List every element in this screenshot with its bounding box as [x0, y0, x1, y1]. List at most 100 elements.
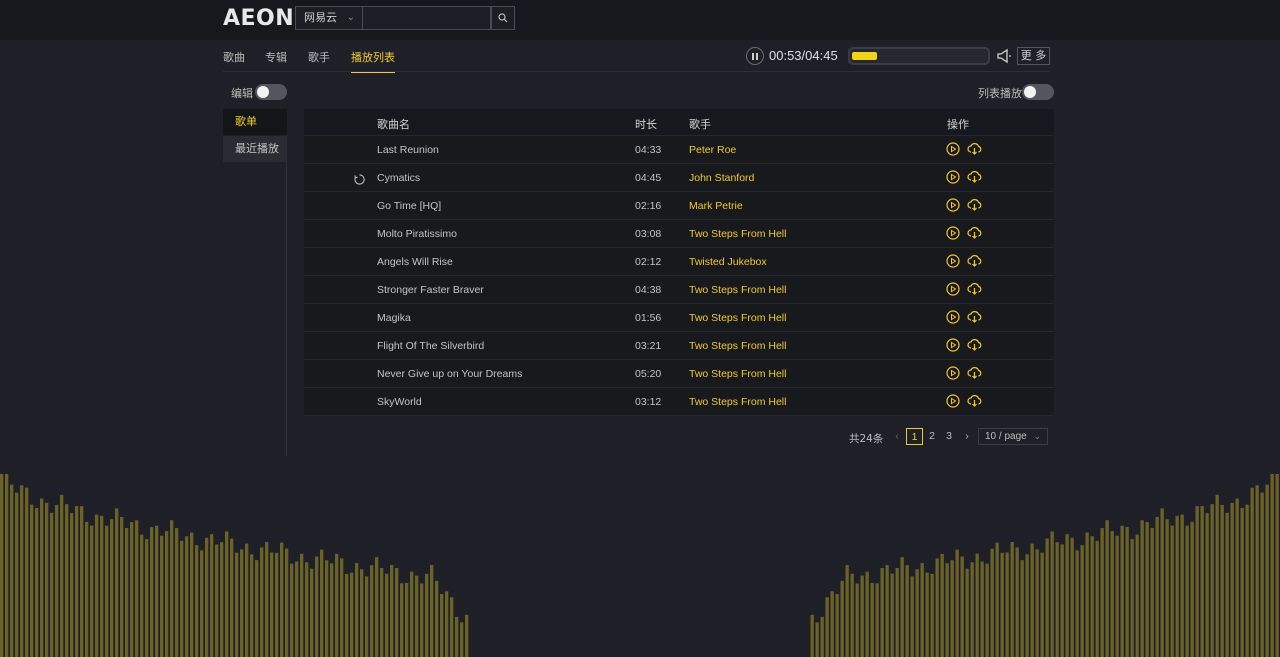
visualizer-bar [335, 553, 339, 657]
song-artist[interactable]: Two Steps From Hell [689, 228, 786, 240]
visualizer-bar [125, 527, 129, 657]
visualizer-bar [350, 572, 354, 657]
download-icon[interactable] [967, 254, 982, 268]
visualizer-bar [1135, 534, 1139, 657]
song-name[interactable]: Molto Piratissimo [377, 228, 457, 240]
song-name[interactable]: Magika [377, 312, 411, 324]
song-name[interactable]: Cymatics [377, 172, 420, 184]
download-icon[interactable] [967, 282, 982, 296]
play-icon[interactable] [946, 170, 960, 184]
visualizer-bar [1010, 542, 1014, 657]
table-row[interactable]: Stronger Faster Braver 04:38 Two Steps Fro… [304, 276, 1054, 304]
table-row[interactable]: Molto Piratissimo 03:08 Two Steps From Hel… [304, 220, 1054, 248]
visualizer-bar [975, 553, 979, 657]
tab-albums[interactable]: 专辑 [265, 49, 287, 71]
song-artist[interactable]: Two Steps From Hell [689, 312, 786, 324]
play-icon[interactable] [946, 394, 960, 408]
visualizer-bar [810, 614, 814, 657]
table-row[interactable]: Last Reunion 04:33 Peter Roe [304, 136, 1054, 164]
visualizer-bar [1120, 525, 1124, 657]
page-1[interactable]: 1 [906, 428, 923, 445]
visualizer-bar [905, 565, 909, 657]
table-row[interactable]: Never Give up on Your Dreams 05:20 Two Ste… [304, 360, 1054, 388]
song-name[interactable]: Last Reunion [377, 144, 439, 156]
song-artist[interactable]: Two Steps From Hell [689, 340, 786, 352]
song-name[interactable]: Stronger Faster Braver [377, 284, 484, 296]
visualizer-bar [465, 614, 469, 657]
play-icon[interactable] [946, 338, 960, 352]
visualizer-bar [1005, 552, 1009, 657]
edit-toggle[interactable] [255, 84, 287, 100]
song-artist[interactable]: Two Steps From Hell [689, 368, 786, 380]
visualizer-bar [1080, 545, 1084, 657]
table-row[interactable]: Flight Of The Silverbird 03:21 Two Steps F… [304, 332, 1054, 360]
search-input[interactable] [363, 6, 491, 30]
song-artist[interactable]: Two Steps From Hell [689, 284, 786, 296]
tab-playlists[interactable]: 播放列表 [351, 49, 395, 73]
play-icon[interactable] [946, 226, 960, 240]
song-name[interactable]: Flight Of The Silverbird [377, 340, 484, 352]
source-select[interactable]: 网易云 ⌄ [295, 6, 363, 30]
visualizer-bar [410, 571, 414, 657]
download-icon[interactable] [967, 366, 982, 380]
table-row[interactable]: Cymatics 04:45 John Stanford [304, 164, 1054, 192]
next-page-icon[interactable]: › [961, 428, 973, 445]
play-icon[interactable] [946, 366, 960, 380]
visualizer-bar [1045, 538, 1049, 657]
play-icon[interactable] [946, 310, 960, 324]
table-row[interactable]: Go Time [HQ] 02:16 Mark Petrie [304, 192, 1054, 220]
play-icon[interactable] [946, 282, 960, 296]
visualizer-bar [1240, 508, 1244, 657]
download-icon[interactable] [967, 226, 982, 240]
song-artist[interactable]: John Stanford [689, 172, 754, 184]
table-row[interactable]: Magika 01:56 Two Steps From Hell [304, 304, 1054, 332]
visualizer-bar [405, 582, 409, 657]
visualizer-bar [920, 563, 924, 657]
page-size-select[interactable]: 10 / page ⌄ [978, 428, 1048, 445]
visualizer-bar [460, 622, 464, 657]
page-2[interactable]: 2 [926, 428, 938, 445]
download-icon[interactable] [967, 394, 982, 408]
tab-songs[interactable]: 歌曲 [223, 49, 245, 71]
tab-artists[interactable]: 歌手 [308, 49, 330, 71]
table-row[interactable]: SkyWorld 03:12 Two Steps From Hell [304, 388, 1054, 416]
play-icon[interactable] [946, 142, 960, 156]
visualizer-bar [1065, 534, 1069, 657]
progress-bar[interactable] [848, 47, 990, 65]
play-icon[interactable] [946, 254, 960, 268]
play-icon[interactable] [946, 198, 960, 212]
visualizer-bar [1145, 522, 1149, 657]
song-artist[interactable]: Peter Roe [689, 144, 736, 156]
song-artist[interactable]: Mark Petrie [689, 200, 743, 212]
visualizer-bar [340, 558, 344, 657]
loop-toggle[interactable] [1022, 84, 1054, 100]
visualizer-bar [960, 556, 964, 657]
visualizer-bar [1215, 494, 1219, 657]
pause-icon-bar [756, 52, 758, 60]
sidebar-item-recent[interactable]: 最近播放 [223, 136, 287, 162]
song-name[interactable]: Never Give up on Your Dreams [377, 368, 522, 380]
song-artist[interactable]: Twisted Jukebox [689, 256, 767, 268]
download-icon[interactable] [967, 198, 982, 212]
song-name[interactable]: Go Time [HQ] [377, 200, 441, 212]
sidebar-item-playlists[interactable]: 歌单 [223, 109, 287, 135]
volume-icon[interactable] [996, 48, 1012, 69]
download-icon[interactable] [967, 170, 982, 184]
download-icon[interactable] [967, 338, 982, 352]
visualizer-bar [290, 563, 294, 657]
table-row[interactable]: Angels Will Rise 02:12 Twisted Jukebox [304, 248, 1054, 276]
page-3[interactable]: 3 [943, 428, 955, 445]
song-artist[interactable]: Two Steps From Hell [689, 396, 786, 408]
download-icon[interactable] [967, 310, 982, 324]
visualizer-bar [980, 561, 984, 657]
download-icon[interactable] [967, 142, 982, 156]
search-button[interactable] [491, 6, 515, 30]
song-name[interactable]: SkyWorld [377, 396, 422, 408]
prev-page-icon[interactable]: ‹ [891, 428, 903, 445]
song-name[interactable]: Angels Will Rise [377, 256, 453, 268]
visualizer-bar [385, 573, 389, 657]
more-button[interactable]: 更 多 [1017, 47, 1050, 65]
audio-visualizer [0, 474, 1279, 657]
visualizer-bar [305, 562, 309, 657]
pause-button[interactable] [746, 47, 764, 65]
